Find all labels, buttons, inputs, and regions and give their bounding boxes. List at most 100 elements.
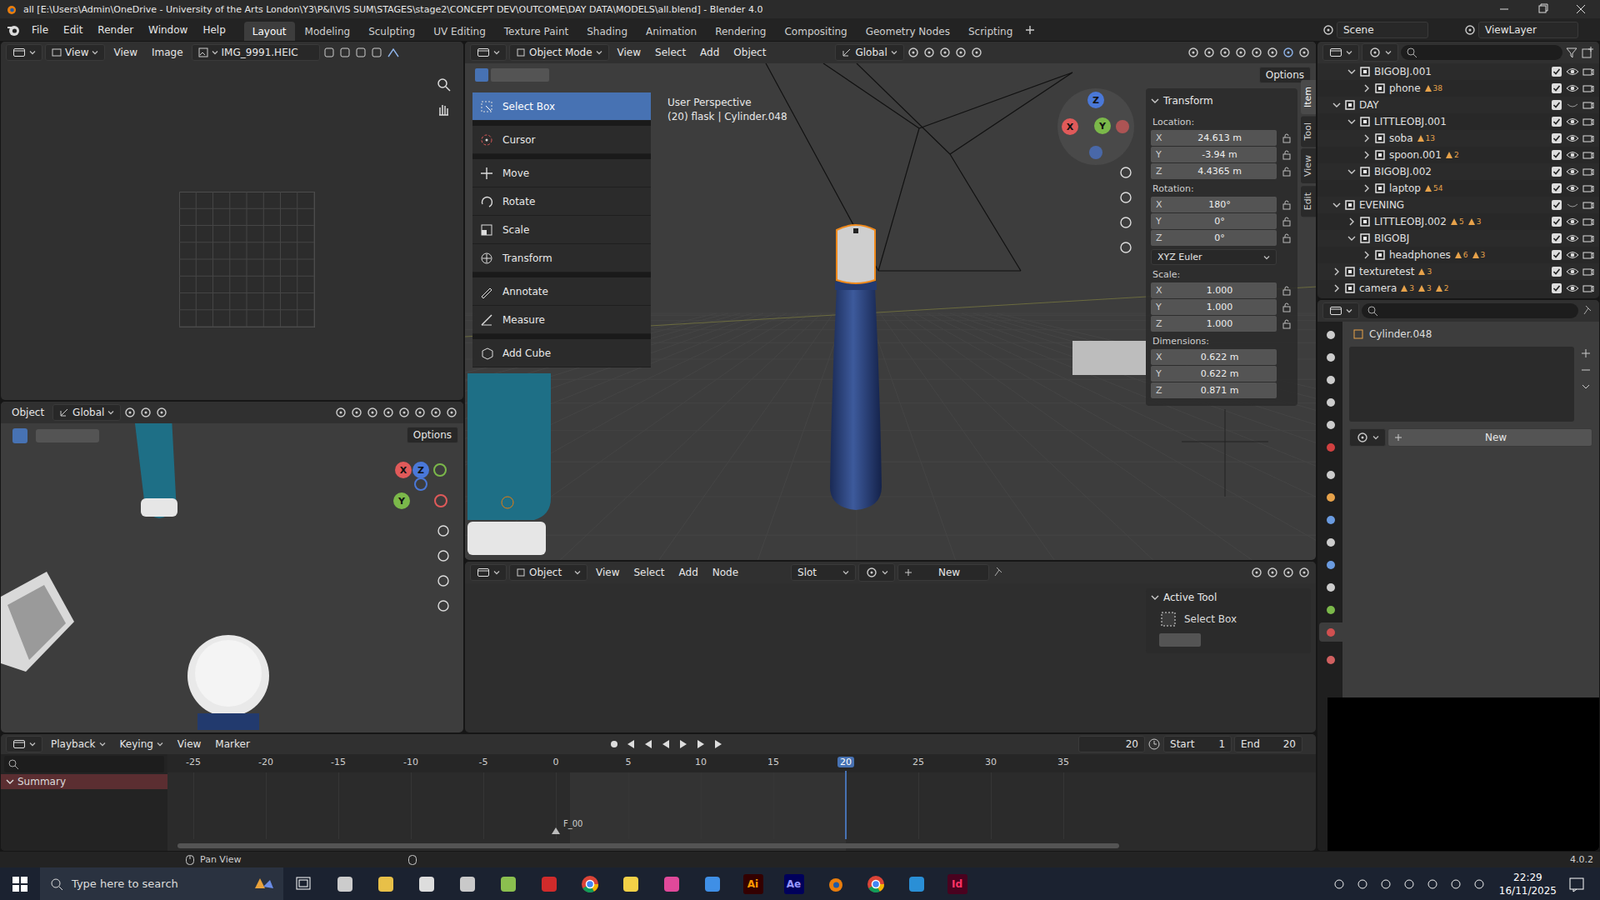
workspace-tab[interactable]: UV Editing — [425, 21, 495, 41]
start-frame-field[interactable]: Start1 — [1163, 735, 1232, 753]
value-field[interactable]: Y-3.94 m — [1150, 146, 1277, 163]
image-canvas[interactable] — [0, 63, 464, 400]
gizmo-toggle-icon[interactable] — [385, 45, 401, 60]
gizmo-icon[interactable] — [350, 405, 364, 420]
end-frame-field[interactable]: End20 — [1234, 735, 1303, 753]
eye-open-icon[interactable] — [1565, 82, 1580, 95]
menu-item[interactable]: Add — [673, 565, 705, 580]
network-icon[interactable] — [1470, 875, 1488, 893]
value-field[interactable]: Y0° — [1150, 213, 1277, 230]
solid-shading-icon[interactable] — [413, 405, 427, 420]
scene-icon[interactable] — [1321, 23, 1335, 37]
camera-view-icon[interactable] — [434, 571, 453, 590]
sidebar-tab[interactable]: Item — [1300, 80, 1316, 115]
collapsed-arrow-icon[interactable] — [1332, 267, 1341, 276]
exclude-checkbox[interactable] — [1550, 165, 1563, 178]
orientation-dropdown[interactable]: Global — [835, 44, 904, 61]
menu-item[interactable]: Select — [627, 565, 670, 580]
eye-open-icon[interactable] — [1565, 182, 1580, 195]
next-key-icon[interactable] — [693, 737, 709, 751]
negative-axis-gizmo[interactable] — [1089, 145, 1103, 160]
menu-item[interactable]: Add — [694, 45, 725, 60]
open-folder-icon[interactable] — [354, 45, 368, 60]
slot-dropdown[interactable]: Slot — [790, 564, 856, 581]
sidebar-tab[interactable]: View — [1300, 148, 1316, 184]
eye-closed-icon[interactable] — [1565, 199, 1580, 211]
exclude-checkbox[interactable] — [1550, 82, 1563, 95]
menu-item[interactable]: Object — [727, 45, 772, 60]
solid-shading-icon[interactable] — [1265, 45, 1280, 60]
exclude-checkbox[interactable] — [1550, 249, 1563, 261]
eye-open-icon[interactable] — [1565, 132, 1580, 145]
workspace-tab[interactable]: Compositing — [775, 21, 855, 41]
mode-label[interactable]: Object — [5, 405, 50, 420]
expanded-arrow-icon[interactable] — [1347, 117, 1356, 126]
lock-icon[interactable] — [1280, 318, 1293, 330]
proportional-icon[interactable] — [954, 45, 968, 60]
value-field[interactable]: X1.000 — [1150, 282, 1277, 299]
negative-axis-gizmo[interactable] — [414, 477, 428, 491]
camera-render-icon[interactable] — [1582, 82, 1595, 95]
exclude-checkbox[interactable] — [1550, 99, 1563, 111]
menu-item[interactable]: Select — [649, 45, 692, 60]
value-field[interactable]: X0.622 m — [1150, 349, 1277, 365]
viewport-canvas[interactable]: Select BoxCursorMoveRotateScaleTransform… — [465, 63, 1316, 560]
outliner-row[interactable]: headphones63 — [1317, 246, 1600, 264]
editor-type-dropdown[interactable] — [5, 735, 43, 753]
jump-end-icon[interactable] — [710, 737, 726, 751]
tool-menu-item[interactable]: Select Box — [472, 92, 651, 121]
menu-item[interactable]: Help — [195, 21, 232, 39]
menu-item[interactable]: Render — [90, 21, 140, 39]
taskbar-app[interactable] — [895, 867, 937, 900]
overlay-icon[interactable] — [1218, 45, 1232, 60]
menu-item[interactable]: Window — [141, 21, 195, 39]
material-icon[interactable] — [865, 565, 879, 580]
tool-menu-item[interactable]: Add Cube — [472, 339, 651, 368]
editor-type-icon[interactable] — [1329, 305, 1343, 317]
select-box-tool-icon[interactable] — [12, 428, 28, 444]
wire-shading-icon[interactable] — [397, 405, 411, 420]
camera-render-icon[interactable] — [1582, 282, 1595, 295]
display-mode-icon[interactable] — [1368, 45, 1382, 60]
outliner-row[interactable]: camera332 — [1317, 280, 1600, 297]
axis-gizmo-y[interactable]: Y — [1094, 117, 1111, 135]
lock-icon[interactable] — [1280, 232, 1293, 245]
tray-arrow-icon[interactable] — [1330, 875, 1348, 893]
workspace-tab[interactable]: Geometry Nodes — [857, 21, 959, 41]
outliner-row[interactable]: BIGOBJ.002 — [1317, 163, 1600, 180]
add-workspace-icon[interactable] — [1022, 22, 1038, 38]
add-slot-icon[interactable] — [1579, 346, 1593, 360]
exclude-checkbox[interactable] — [1550, 199, 1563, 211]
taskbar-app[interactable] — [691, 867, 733, 900]
material-shading-icon[interactable] — [429, 405, 443, 420]
new-material-button[interactable]: New — [897, 564, 990, 581]
editor-type-icon[interactable] — [12, 738, 26, 750]
negative-axis-gizmo[interactable] — [1115, 120, 1130, 134]
active-tool-header[interactable]: Active Tool — [1150, 588, 1306, 610]
menu-item[interactable]: View — [171, 736, 207, 752]
camera-render-icon[interactable] — [1582, 199, 1595, 211]
camera-render-icon[interactable] — [1582, 65, 1595, 78]
tool-menu-item[interactable]: Transform — [472, 244, 651, 273]
eye-open-icon[interactable] — [1565, 165, 1580, 178]
value-field[interactable]: Z1.000 — [1150, 315, 1277, 332]
eye-open-icon[interactable] — [1565, 249, 1580, 261]
outliner-row[interactable]: laptop54 — [1317, 180, 1600, 197]
outliner-row[interactable]: texturetest3 — [1317, 263, 1600, 280]
camera-render-icon[interactable] — [1582, 165, 1595, 178]
horizontal-scrollbar[interactable] — [177, 843, 1120, 849]
workspace-tab[interactable]: Shading — [578, 21, 636, 41]
eye-open-icon[interactable] — [1565, 149, 1580, 161]
pan-hand-icon[interactable] — [434, 546, 453, 565]
tool-menu-item[interactable]: Measure — [472, 305, 651, 335]
visibility-icon[interactable] — [1186, 45, 1200, 60]
tool-menu-item[interactable]: Rotate — [472, 187, 651, 216]
collapsed-arrow-icon[interactable] — [1362, 150, 1371, 160]
tray-app-icon[interactable] — [1377, 875, 1395, 893]
volume-icon[interactable] — [1424, 875, 1441, 893]
eye-open-icon[interactable] — [1565, 65, 1580, 78]
marker-icon[interactable] — [551, 827, 560, 835]
duplicate-icon[interactable] — [338, 45, 352, 60]
negative-axis-gizmo[interactable] — [433, 463, 447, 477]
remove-slot-icon[interactable] — [1579, 363, 1593, 377]
